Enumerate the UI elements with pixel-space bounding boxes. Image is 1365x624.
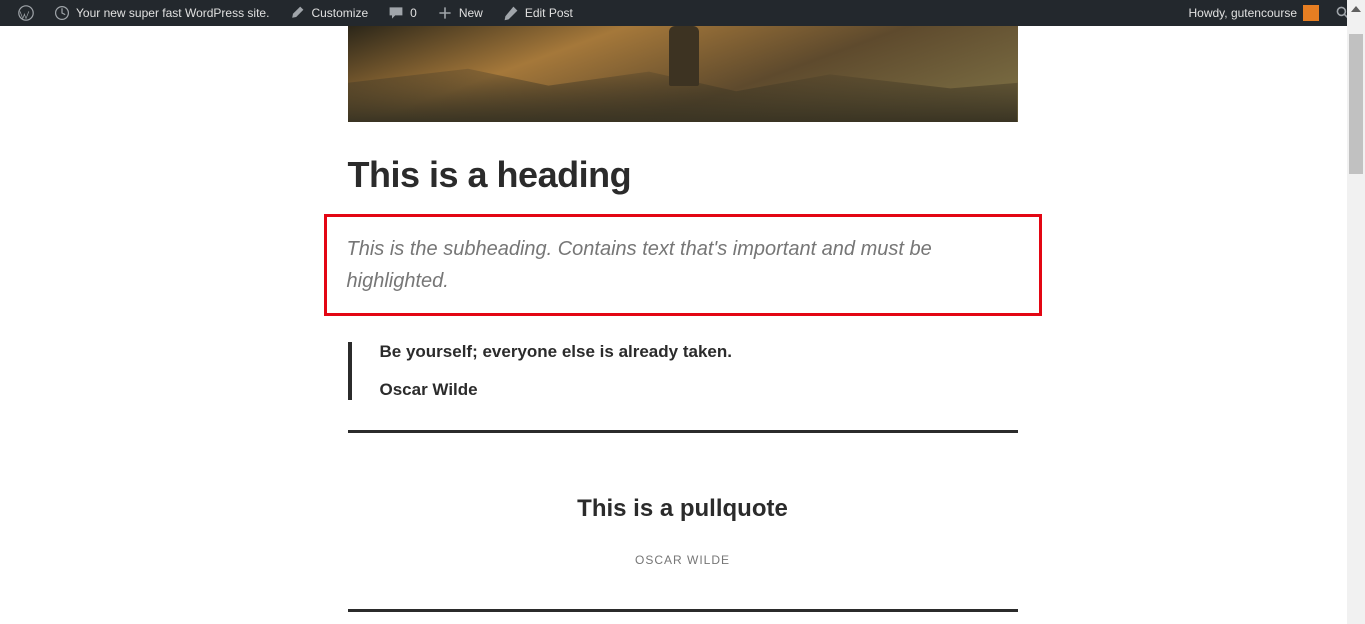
blockquote-text: Be yourself; everyone else is already ta…: [380, 342, 1018, 362]
my-account-link[interactable]: Howdy, gutencourse: [1178, 0, 1329, 26]
blockquote-cite: Oscar Wilde: [380, 380, 1018, 400]
site-name-link[interactable]: Your new super fast WordPress site.: [44, 0, 279, 26]
edit-post-link[interactable]: Edit Post: [493, 0, 583, 26]
new-content-link[interactable]: New: [427, 0, 493, 26]
pullquote-text: This is a pullquote: [368, 495, 998, 523]
page-viewport: This is a heading This is the subheading…: [0, 26, 1365, 624]
dashboard-icon: [54, 5, 70, 21]
pullquote: This is a pullquote OSCAR WILDE: [348, 430, 1018, 612]
avatar: [1303, 5, 1319, 21]
comment-icon: [388, 5, 404, 21]
featured-image: [348, 26, 1018, 122]
new-label: New: [459, 6, 483, 20]
subheading-highlight-box: This is the subheading. Contains text th…: [324, 214, 1042, 316]
scroll-thumb[interactable]: [1349, 34, 1363, 174]
scrollbar[interactable]: [1347, 0, 1365, 624]
blockquote: Be yourself; everyone else is already ta…: [348, 342, 1018, 400]
post-heading: This is a heading: [348, 154, 1018, 196]
wp-logo-button[interactable]: [8, 0, 44, 26]
customize-label: Customize: [311, 6, 368, 20]
edit-post-label: Edit Post: [525, 6, 573, 20]
post-subheading: This is the subheading. Contains text th…: [347, 233, 1019, 297]
greeting-label: Howdy, gutencourse: [1188, 6, 1297, 20]
site-name-label: Your new super fast WordPress site.: [76, 6, 269, 20]
pencil-icon: [503, 5, 519, 21]
scroll-up-arrow-icon[interactable]: [1351, 6, 1361, 12]
pullquote-cite: OSCAR WILDE: [368, 553, 998, 567]
comments-link[interactable]: 0: [378, 0, 427, 26]
wordpress-icon: [18, 5, 34, 21]
post-content: This is a heading This is the subheading…: [348, 26, 1018, 624]
brush-icon: [289, 5, 305, 21]
customize-link[interactable]: Customize: [279, 0, 378, 26]
comment-count: 0: [410, 6, 417, 20]
wp-admin-bar: Your new super fast WordPress site. Cust…: [0, 0, 1365, 26]
plus-icon: [437, 5, 453, 21]
